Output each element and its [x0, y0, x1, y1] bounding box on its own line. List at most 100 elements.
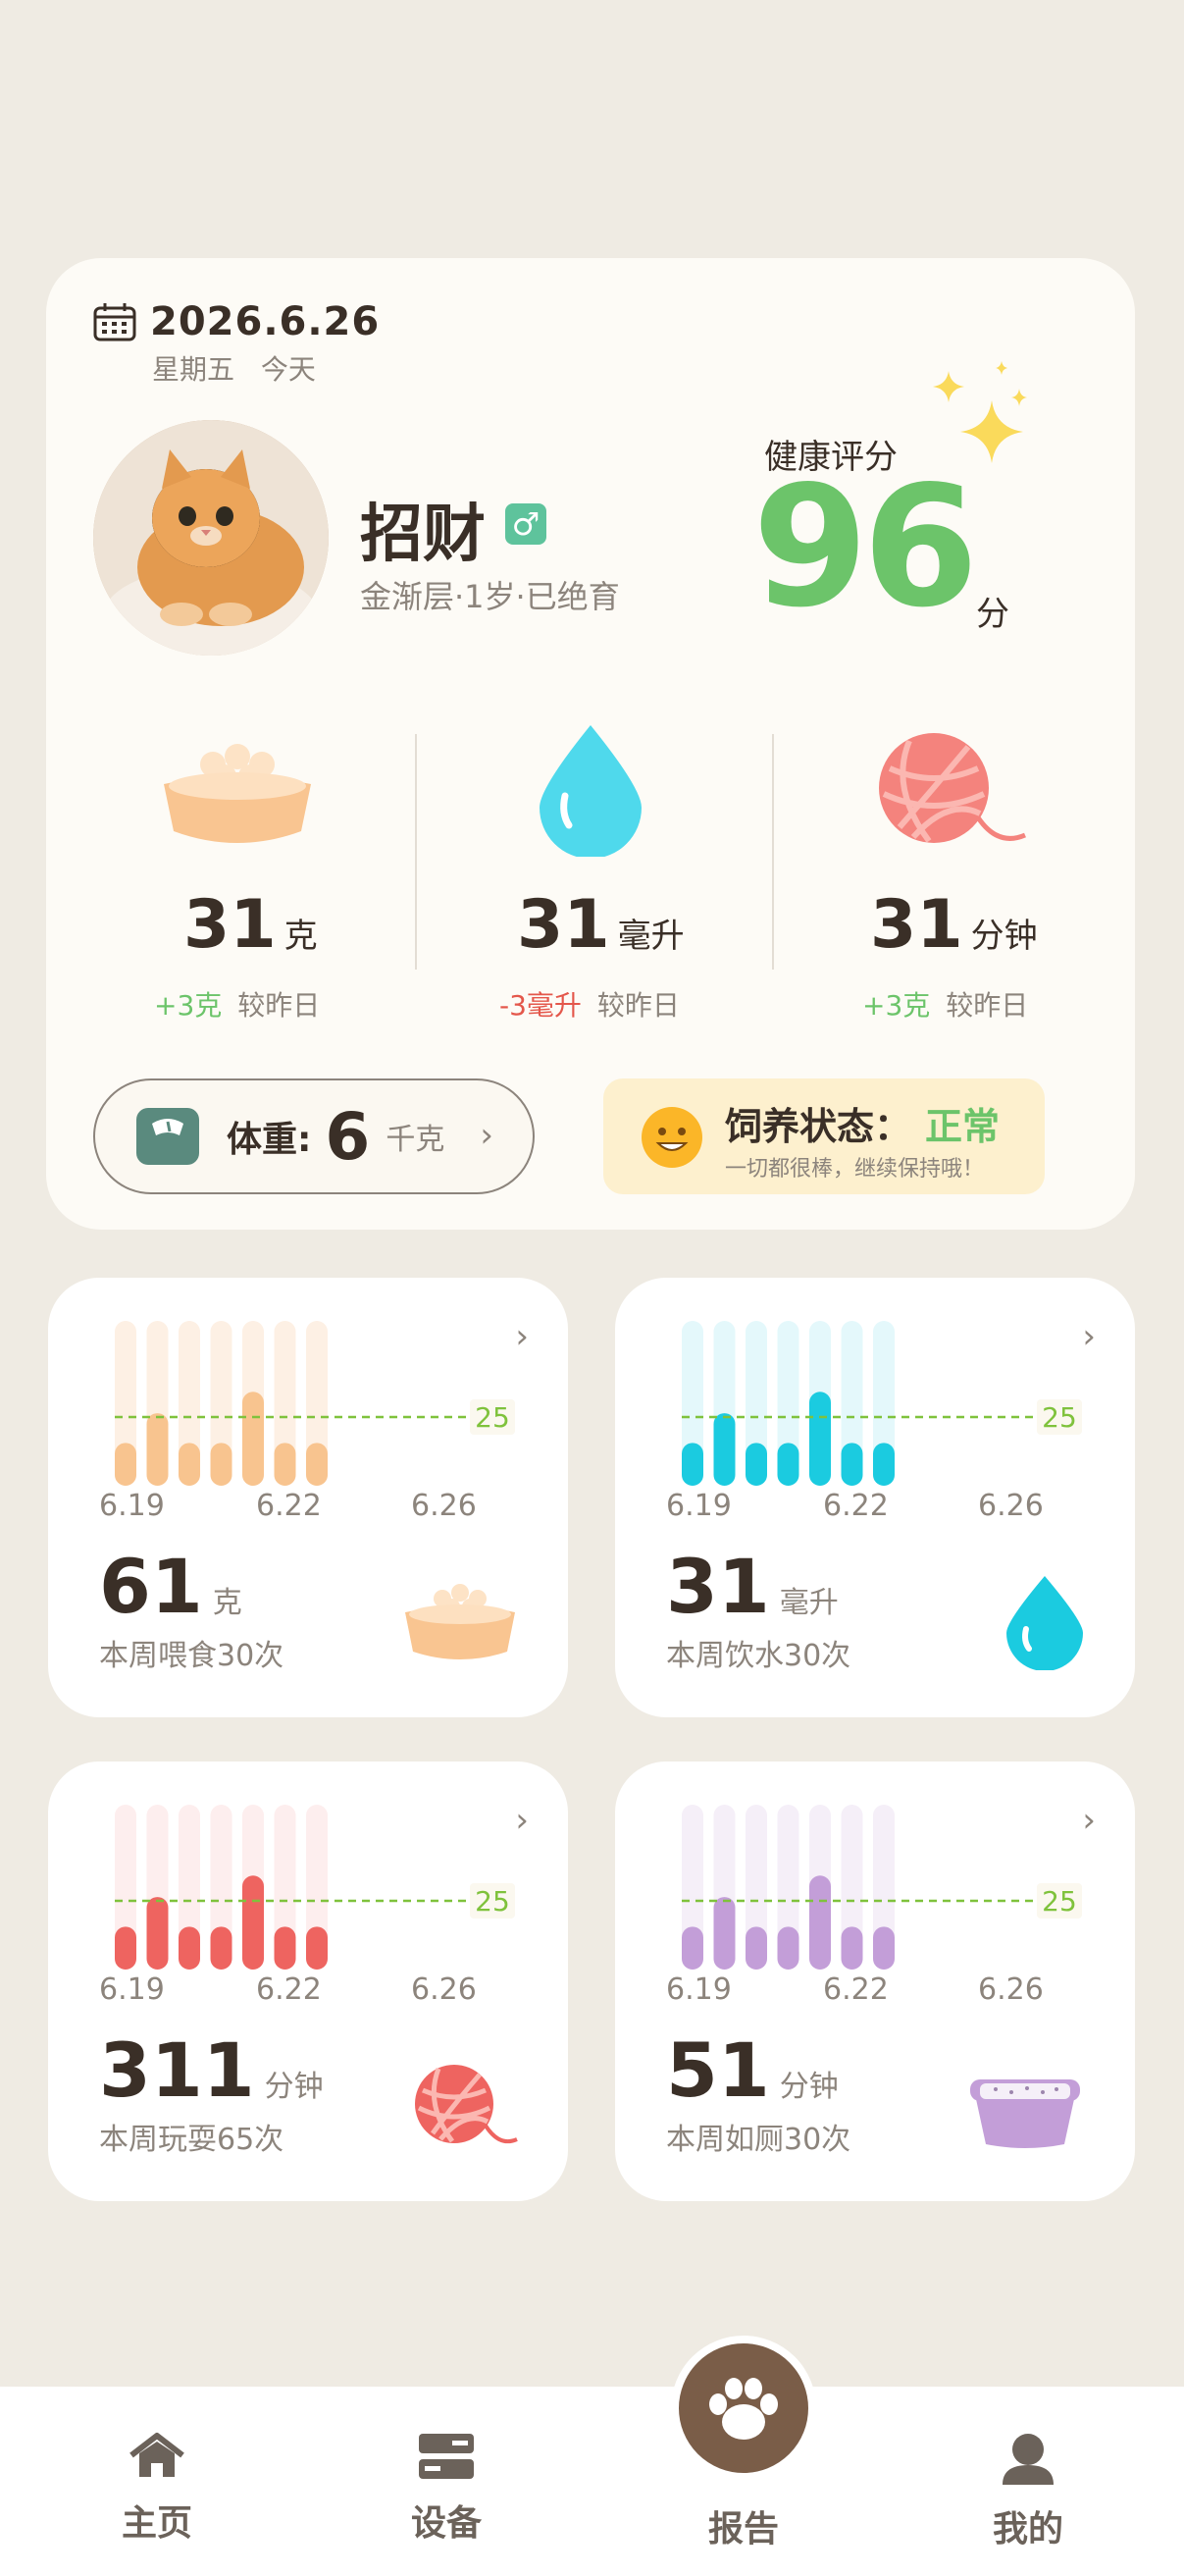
- card-icon-wrap: [966, 2074, 1084, 2156]
- bar: [777, 1443, 799, 1486]
- bar: [777, 1926, 799, 1970]
- nav-home-label: 主页: [121, 2503, 192, 2544]
- feeding-status-box: 饲养状态： 正常 一切都很棒，继续保持哦！: [603, 1078, 1045, 1194]
- weekly-total: 31 毫升: [666, 1543, 839, 1630]
- nav-mine[interactable]: 我的: [969, 2432, 1087, 2551]
- scale-icon: [136, 1108, 199, 1165]
- bar: [242, 1392, 264, 1486]
- bar: [274, 1926, 296, 1970]
- weekly-total: 61 克: [99, 1543, 242, 1630]
- water-drop-icon: [540, 725, 642, 857]
- nav-report-button[interactable]: [671, 2336, 816, 2481]
- x-tick-label: 6.22: [823, 1489, 889, 1523]
- water-amount: 31 毫升: [517, 886, 685, 964]
- bar: [179, 1443, 200, 1486]
- weekly-bar-chart: 25: [682, 1805, 1082, 1970]
- nav-device[interactable]: 设备: [387, 2432, 505, 2546]
- yarn-ball-icon: [415, 2065, 518, 2144]
- calendar-icon: [93, 303, 136, 342]
- chevron-right-icon: ›: [480, 1116, 493, 1155]
- weekly-bar-chart: 25: [115, 1321, 515, 1486]
- bar: [242, 1875, 264, 1970]
- device-icon: [419, 2434, 474, 2479]
- card-icon-wrap: [1003, 1572, 1087, 1674]
- weight-label: 体重:: [227, 1120, 312, 1160]
- target-label: 25: [475, 1401, 510, 1434]
- bar: [873, 1443, 895, 1486]
- x-tick-label: 6.22: [256, 1972, 322, 2007]
- date-row[interactable]: 2026.6.26: [93, 299, 380, 344]
- weight-unit: 千克: [386, 1123, 445, 1157]
- weekly-count: 本周玩耍65次: [99, 2123, 284, 2157]
- weekly-count: 本周饮水30次: [666, 1639, 851, 1673]
- bar: [115, 1443, 136, 1486]
- daily-summary-card: 2026.6.26 星期五 今天 招财 ♂ 金渐层·1岁·已绝育 健康评分 96…: [46, 258, 1135, 1230]
- x-tick-label: 6.19: [666, 1972, 732, 2007]
- nav-home[interactable]: 主页: [98, 2432, 216, 2546]
- x-tick-label: 6.26: [411, 1489, 477, 1523]
- nav-mine-label: 我的: [992, 2509, 1063, 2550]
- bar: [306, 1443, 328, 1486]
- paw-icon: [709, 2378, 778, 2440]
- x-tick-label: 6.19: [666, 1489, 732, 1523]
- bar: [713, 1897, 736, 1970]
- health-score-value: 96: [752, 450, 979, 645]
- date-subtitle: 星期五 今天: [152, 348, 334, 388]
- weekly-bar-chart: 25: [682, 1321, 1082, 1486]
- x-tick-label: 6.26: [411, 1972, 477, 2007]
- x-tick-label: 6.26: [978, 1489, 1044, 1523]
- weight-value: 6: [325, 1098, 371, 1175]
- bar: [841, 1443, 863, 1486]
- food-amount: 31 克: [183, 886, 318, 964]
- metric-divider: [415, 734, 417, 970]
- date-text: 2026.6.26: [150, 299, 381, 344]
- bar: [306, 1926, 328, 1970]
- pet-name: 招财: [360, 499, 486, 571]
- weekly-count: 本周如厕30次: [666, 2123, 851, 2157]
- profile-icon: [1003, 2434, 1054, 2485]
- bar: [809, 1875, 831, 1970]
- feeding-status-title: 饲养状态： 正常: [725, 1105, 1001, 1148]
- bar: [210, 1926, 232, 1970]
- bar: [746, 1926, 767, 1970]
- weekly-total: 311 分钟: [99, 2026, 324, 2114]
- home-icon: [129, 2433, 184, 2477]
- smiley-icon: [642, 1107, 702, 1168]
- bar: [115, 1926, 136, 1970]
- food-weekly-card[interactable]: › 25 6.19 6.22 6.26 61 克本周喂食30次: [48, 1278, 568, 1717]
- water-change: -3毫升 较昨日: [499, 989, 680, 1022]
- male-gender-icon: ♂: [505, 503, 546, 545]
- litter-weekly-card[interactable]: › 25 6.19 6.22 6.26 51 分钟 本周如厕30次: [615, 1761, 1135, 2201]
- water-weekly-card[interactable]: › 25 6.19 6.22 6.26 31 毫升 本周饮水30次: [615, 1278, 1135, 1717]
- card-icon-wrap: [411, 2061, 519, 2153]
- bar: [713, 1413, 736, 1486]
- bar: [146, 1897, 169, 1970]
- target-label: 25: [1042, 1401, 1077, 1434]
- x-tick-label: 6.19: [99, 1489, 165, 1523]
- bar: [841, 1926, 863, 1970]
- bar: [274, 1443, 296, 1486]
- pet-info: 金渐层·1岁·已绝育: [360, 578, 620, 615]
- feeding-status-subtitle: 一切都很棒，继续保持哦！: [725, 1157, 985, 1182]
- play-change: +3克 较昨日: [862, 989, 1029, 1022]
- today-tag: 今天: [260, 353, 316, 386]
- target-label: 25: [1042, 1885, 1077, 1918]
- food-change: +3克 较昨日: [154, 989, 321, 1022]
- nav-device-label: 设备: [410, 2503, 482, 2544]
- card-icon-wrap: [401, 1577, 519, 1669]
- litter-box-icon: [970, 2079, 1080, 2148]
- target-label: 25: [475, 1885, 510, 1918]
- bar: [682, 1926, 703, 1970]
- nav-report-label: 报告: [707, 2509, 779, 2550]
- weekly-count: 本周喂食30次: [99, 1639, 284, 1673]
- play-weekly-card[interactable]: › 25 6.19 6.22 6.26 311 分钟 本周玩耍65次: [48, 1761, 568, 2201]
- health-score-unit: 分: [976, 595, 1009, 634]
- weekday-text: 星期五: [152, 353, 235, 386]
- bar: [146, 1413, 169, 1486]
- bar: [873, 1926, 895, 1970]
- play-duration: 31 分钟: [870, 886, 1038, 964]
- pet-avatar[interactable]: [93, 420, 329, 656]
- bar: [210, 1443, 232, 1486]
- yarn-ball-icon: [879, 733, 1026, 843]
- weight-button[interactable]: 体重: 6 千克 ›: [93, 1078, 535, 1194]
